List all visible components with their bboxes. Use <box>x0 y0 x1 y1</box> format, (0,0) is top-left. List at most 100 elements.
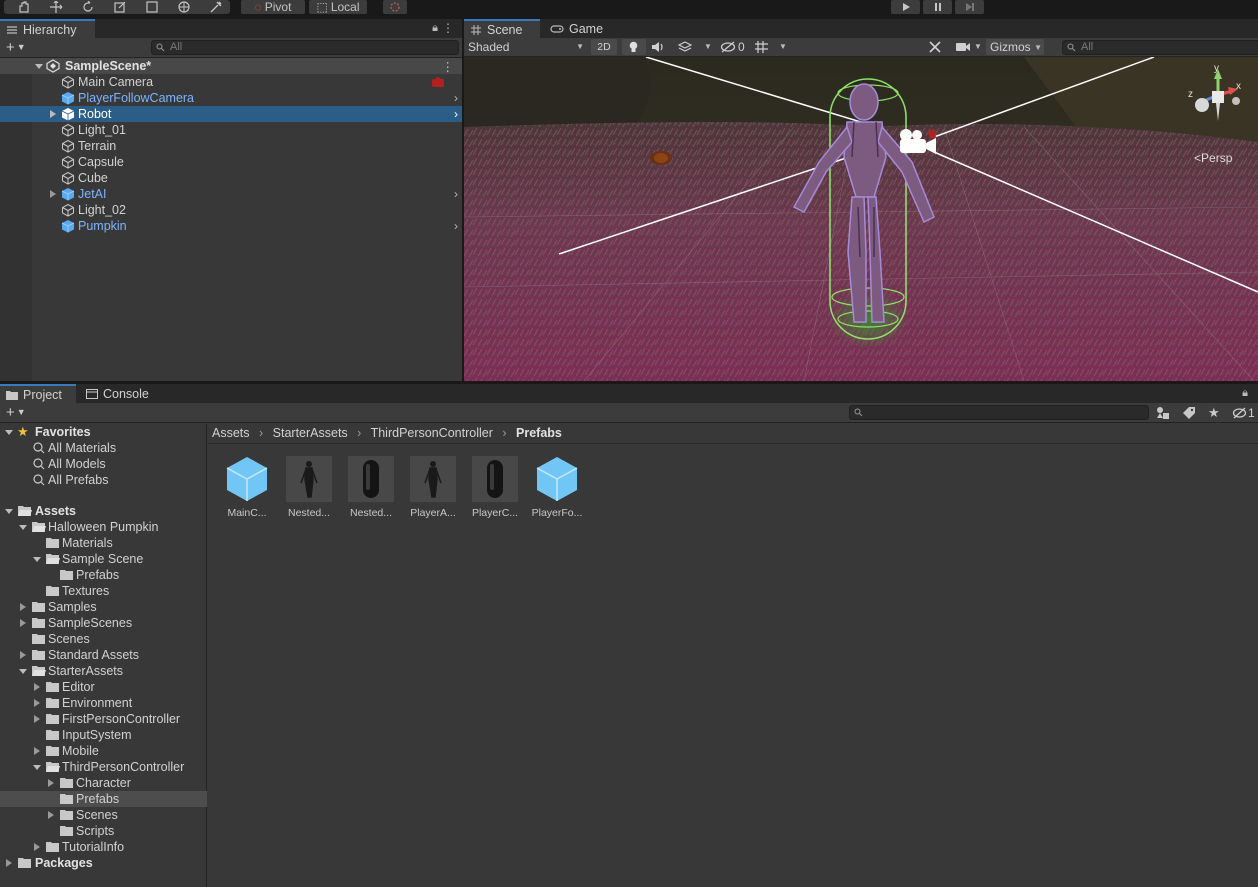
collapse-arrow-icon[interactable] <box>48 109 58 119</box>
hidden-packages-toggle[interactable]: 1 <box>1232 406 1255 420</box>
audio-listener-warning-icon[interactable] <box>431 76 445 88</box>
asset-tile[interactable]: MainC... <box>217 455 277 519</box>
scale-tool-icon[interactable] <box>108 0 132 14</box>
tab-project[interactable]: Project <box>0 384 76 403</box>
chevron-right-icon[interactable]: › <box>454 219 458 233</box>
folder-sample-scene-prefabs[interactable]: Prefabs <box>0 567 207 583</box>
chevron-right-icon[interactable]: › <box>454 187 458 201</box>
collapse-arrow-icon[interactable] <box>18 618 28 628</box>
folder-textures[interactable]: Textures <box>0 583 207 599</box>
expand-arrow-icon[interactable] <box>4 427 14 437</box>
hierarchy-item-pumpkin[interactable]: Pumpkin › <box>0 218 462 234</box>
folder-sample-scene[interactable]: Sample Scene <box>0 551 207 567</box>
camera-settings-icon[interactable] <box>955 41 971 53</box>
grid-dropdown-icon[interactable]: ▼ <box>779 42 787 51</box>
add-object-button[interactable]: + ▼ <box>6 39 26 56</box>
tab-hierarchy[interactable]: Hierarchy <box>0 19 95 38</box>
hierarchy-search-input[interactable]: All <box>151 40 459 55</box>
asset-tile[interactable]: Nested... <box>341 455 401 519</box>
folder-editor[interactable]: Editor <box>0 679 207 695</box>
expand-arrow-icon[interactable] <box>34 61 44 71</box>
folder-prefabs-selected[interactable]: Prefabs <box>0 791 207 807</box>
breadcrumb-starterassets[interactable]: StarterAssets <box>273 426 348 440</box>
folder-tpc-scenes[interactable]: Scenes <box>0 807 207 823</box>
hierarchy-item-light-01[interactable]: Light_01 <box>0 122 462 138</box>
collapse-arrow-icon[interactable] <box>32 714 42 724</box>
create-asset-button[interactable]: + ▼ <box>6 404 26 421</box>
collapse-arrow-icon[interactable] <box>4 858 14 868</box>
tab-scene[interactable]: Scene <box>464 19 540 38</box>
collapse-arrow-icon[interactable] <box>46 810 56 820</box>
folder-mobile[interactable]: Mobile <box>0 743 207 759</box>
collapse-arrow-icon[interactable] <box>18 650 28 660</box>
folder-halloween-pumpkin[interactable]: Halloween Pumpkin <box>0 519 207 535</box>
breadcrumb-prefabs[interactable]: Prefabs <box>516 426 562 440</box>
folder-standard-assets[interactable]: Standard Assets <box>0 647 207 663</box>
collapse-arrow-icon[interactable] <box>46 778 56 788</box>
shading-mode-dropdown[interactable]: Shaded ▼ <box>468 40 584 55</box>
assets-root[interactable]: Assets <box>0 503 207 519</box>
rect-tool-icon[interactable] <box>140 0 164 14</box>
breadcrumb-assets[interactable]: Assets <box>212 426 250 440</box>
rotate-tool-icon[interactable] <box>76 0 100 14</box>
hierarchy-item-main-camera[interactable]: Main Camera <box>0 74 462 90</box>
packages-root[interactable]: Packages <box>0 855 207 871</box>
breadcrumb-thirdpersoncontroller[interactable]: ThirdPersonController <box>371 426 493 440</box>
search-by-label-icon[interactable] <box>1182 406 1196 419</box>
project-search-input[interactable] <box>849 405 1149 420</box>
favorite-star-icon[interactable]: ★ <box>1208 405 1220 421</box>
hierarchy-item-capsule[interactable]: Capsule <box>0 154 462 170</box>
hierarchy-item-robot[interactable]: Robot › <box>0 106 462 122</box>
camera-dropdown-icon[interactable]: ▼ <box>974 42 982 51</box>
pause-button[interactable] <box>923 0 952 14</box>
folder-thirdpersoncontroller[interactable]: ThirdPersonController <box>0 759 207 775</box>
folder-scenes[interactable]: Scenes <box>0 631 207 647</box>
snap-grid-icon[interactable] <box>383 0 407 14</box>
asset-tile[interactable]: PlayerA... <box>403 455 463 519</box>
effects-dropdown-icon[interactable]: ▼ <box>704 42 712 51</box>
asset-tile[interactable]: PlayerC... <box>465 455 525 519</box>
local-toggle[interactable]: ⬚ Local <box>309 0 367 14</box>
pivot-toggle[interactable]: ◌ Pivot <box>241 0 305 14</box>
scene-header-row[interactable]: SampleScene* ⋮ <box>0 58 462 74</box>
folder-materials[interactable]: Materials <box>0 535 207 551</box>
orientation-gizmo[interactable]: y x z <box>1188 63 1248 137</box>
asset-tile[interactable]: Nested... <box>279 455 339 519</box>
expand-arrow-icon[interactable] <box>32 554 42 564</box>
collapse-arrow-icon[interactable] <box>32 682 42 692</box>
collapse-arrow-icon[interactable] <box>18 602 28 612</box>
gizmos-button[interactable]: Gizmos ▼ <box>986 39 1044 55</box>
folder-tutorialinfo[interactable]: TutorialInfo <box>0 839 207 855</box>
toggle-2d-button[interactable]: 2D <box>591 39 617 55</box>
hierarchy-item-terrain[interactable]: Terrain <box>0 138 462 154</box>
folder-samples[interactable]: Samples <box>0 599 207 615</box>
expand-arrow-icon[interactable] <box>4 506 14 516</box>
lighting-toggle[interactable] <box>622 39 646 55</box>
scene-menu-icon[interactable]: ⋮ <box>442 59 455 74</box>
folder-firstpersoncontroller[interactable]: FirstPersonController <box>0 711 207 727</box>
tab-console[interactable]: Console <box>80 384 162 403</box>
projection-toggle[interactable]: <Persp <box>1194 151 1232 165</box>
audio-icon[interactable] <box>651 41 665 53</box>
folder-environment[interactable]: Environment <box>0 695 207 711</box>
scene-viewport[interactable]: y x z <Persp <box>464 57 1258 381</box>
asset-tile[interactable]: PlayerFo... <box>527 455 587 519</box>
favorites-header[interactable]: ★ Favorites <box>0 424 207 440</box>
grid-toggle-icon[interactable] <box>754 40 770 54</box>
effects-icon[interactable] <box>678 41 692 53</box>
collapse-arrow-icon[interactable] <box>48 189 58 199</box>
folder-starterassets[interactable]: StarterAssets <box>0 663 207 679</box>
expand-arrow-icon[interactable] <box>18 666 28 676</box>
folder-samplescenes[interactable]: SampleScenes <box>0 615 207 631</box>
chevron-right-icon[interactable]: › <box>454 107 458 121</box>
hierarchy-item-light-02[interactable]: Light_02 <box>0 202 462 218</box>
search-by-type-icon[interactable] <box>1156 406 1170 419</box>
folder-character[interactable]: Character <box>0 775 207 791</box>
hierarchy-item-cube[interactable]: Cube <box>0 170 462 186</box>
tab-game[interactable]: Game <box>544 19 614 38</box>
expand-arrow-icon[interactable] <box>18 522 28 532</box>
hidden-objects-toggle[interactable]: 0 <box>720 40 745 54</box>
hand-tool-icon[interactable] <box>12 0 36 14</box>
step-button[interactable] <box>955 0 984 14</box>
folder-scripts[interactable]: Scripts <box>0 823 207 839</box>
